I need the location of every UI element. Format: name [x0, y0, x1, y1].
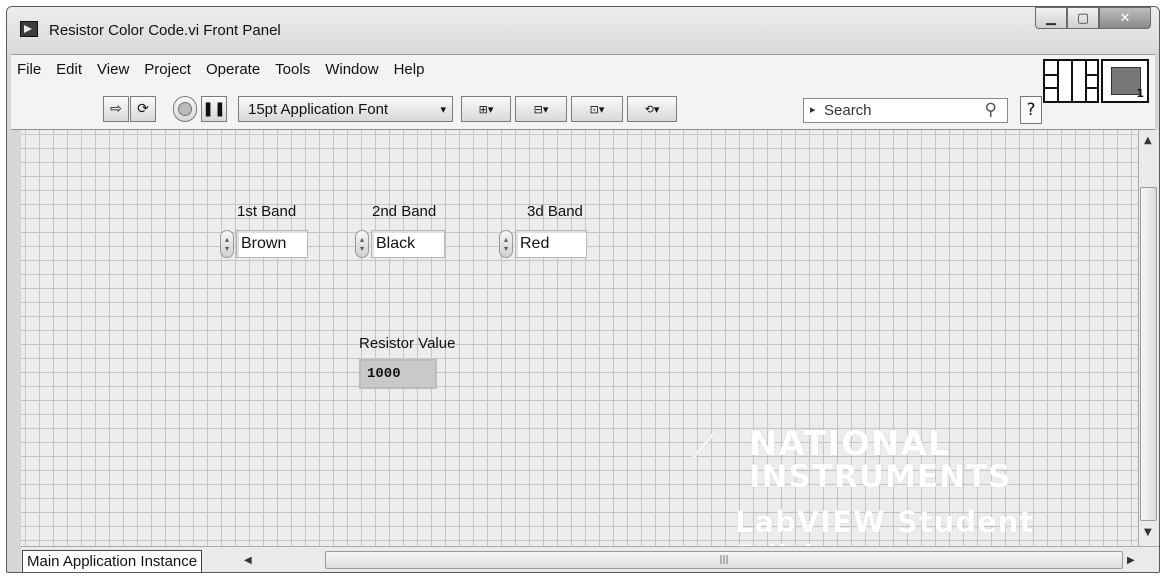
run-arrow-icon[interactable]: ⇨: [103, 96, 129, 122]
band1-label: 1st Band: [237, 203, 297, 220]
scroll-up-icon[interactable]: ▲: [1144, 135, 1152, 146]
font-selector[interactable]: 15pt Application Font ▾: [238, 96, 453, 122]
application-instance[interactable]: Main Application Instance: [22, 550, 203, 572]
band3-ring-control[interactable]: Red: [515, 230, 587, 258]
menu-operate[interactable]: Operate: [206, 61, 260, 78]
menu-file[interactable]: File: [17, 61, 41, 78]
maximize-button[interactable]: ▢: [1067, 7, 1099, 29]
window-title: Resistor Color Code.vi Front Panel: [49, 22, 281, 39]
band1-increment-icon[interactable]: ▴ ▾: [220, 230, 234, 258]
pause-icon[interactable]: ❚❚: [201, 96, 227, 122]
abort-icon[interactable]: [173, 96, 197, 122]
band3-label: 3d Band: [527, 203, 583, 220]
connector-pane-icon[interactable]: [1043, 59, 1099, 103]
band2-label: 2nd Band: [372, 203, 437, 220]
labview-icon: [20, 21, 38, 37]
search-caret-icon: ▸: [810, 104, 816, 116]
vi-icon[interactable]: 1: [1101, 59, 1149, 103]
scroll-left-icon[interactable]: ◀: [244, 555, 252, 566]
window-controls: ▁ ▢ ✕: [1035, 7, 1151, 31]
band2-ring-control[interactable]: Black: [371, 230, 445, 258]
search-icon[interactable]: ⚲: [985, 98, 997, 121]
font-label: 15pt Application Font: [248, 100, 389, 118]
scroll-down-icon[interactable]: ▼: [1144, 527, 1152, 538]
title-bar: Resistor Color Code.vi Front Panel ▁ ▢ ✕: [7, 7, 1159, 54]
resistor-value-label: Resistor Value: [359, 335, 456, 352]
resistor-value-indicator: 1000: [359, 359, 437, 389]
ni-logo-icon: ⟋: [692, 425, 719, 466]
minimize-button[interactable]: ▁: [1035, 7, 1067, 29]
search-input[interactable]: ▸ Search ⚲: [803, 98, 1008, 123]
chevron-down-icon: ▾: [440, 103, 446, 116]
menu-window[interactable]: Window: [325, 61, 378, 78]
close-button[interactable]: ✕: [1099, 7, 1151, 29]
search-placeholder: Search: [824, 102, 872, 119]
reorder-icon[interactable]: ⟲▾: [627, 96, 677, 122]
labview-window: Resistor Color Code.vi Front Panel ▁ ▢ ✕…: [6, 6, 1160, 573]
align-objects-icon[interactable]: ⊞▾: [461, 96, 511, 122]
band1-ring-control[interactable]: Brown: [236, 230, 308, 258]
menu-tools[interactable]: Tools: [275, 61, 310, 78]
run-continuous-icon[interactable]: ⟳: [130, 96, 156, 122]
menu-bar: File Edit View Project Operate Tools Win…: [11, 54, 1155, 92]
watermark-national: NATIONAL: [749, 424, 951, 464]
band2-increment-icon[interactable]: ▴ ▾: [355, 230, 369, 258]
vertical-scroll-thumb[interactable]: [1140, 187, 1157, 521]
help-icon[interactable]: ?: [1020, 96, 1042, 124]
menu-view[interactable]: View: [97, 61, 129, 78]
horizontal-scroll-thumb[interactable]: |||: [325, 551, 1123, 569]
resize-objects-icon[interactable]: ⊡▾: [571, 96, 623, 122]
menu-project[interactable]: Project: [144, 61, 191, 78]
menu: File Edit View Project Operate Tools Win…: [17, 61, 439, 78]
menu-edit[interactable]: Edit: [56, 61, 82, 78]
watermark-instruments: INSTRUMENTS: [749, 459, 1012, 495]
band3-increment-icon[interactable]: ▴ ▾: [499, 230, 513, 258]
distribute-objects-icon[interactable]: ⊟▾: [515, 96, 567, 122]
toolbar: ⇨ ⟳ ❚❚ 15pt Application Font ▾ ⊞▾ ⊟▾ ⊡▾ …: [11, 92, 1155, 130]
scroll-right-icon[interactable]: ▶: [1127, 555, 1135, 566]
menu-help[interactable]: Help: [394, 61, 425, 78]
